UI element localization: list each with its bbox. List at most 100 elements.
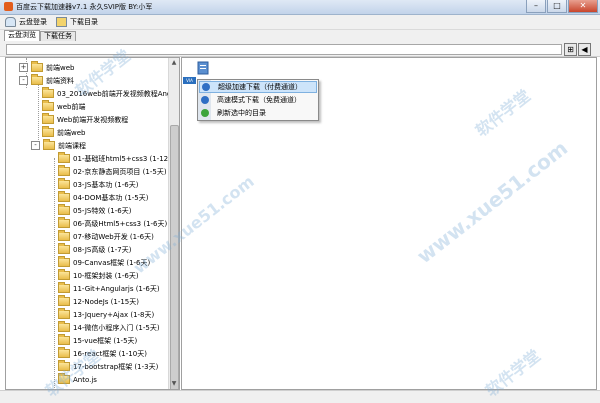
tree-node[interactable]: 08-JS高级 (1-7天) xyxy=(58,243,131,256)
folder-icon xyxy=(58,269,70,280)
tree-node[interactable]: Web前端开发视频教程 xyxy=(42,113,128,126)
folder-icon xyxy=(56,17,67,27)
folder-icon xyxy=(42,113,54,124)
folder-icon xyxy=(58,334,70,345)
minimize-icon[interactable]: – xyxy=(526,0,546,13)
tree-node-label: 03-JS基本功 (1-6天) xyxy=(73,180,139,189)
menu-item-label: 刷新选中的目录 xyxy=(217,109,266,117)
tree-node[interactable]: 05-JS特效 (1-6天) xyxy=(58,204,131,217)
tree-node[interactable]: 10-框架封装 (1-6天) xyxy=(58,269,139,282)
scroll-down-icon[interactable]: ▼ xyxy=(169,379,179,389)
cloud-login-label: 云盘登录 xyxy=(19,18,47,26)
tree-node[interactable]: - 前端资料 xyxy=(19,74,74,87)
tree-node[interactable]: 15-vue框架 (1-5天) xyxy=(58,334,137,347)
tree-node[interactable]: 前端web xyxy=(42,126,85,139)
folder-icon xyxy=(58,243,70,254)
tree-node-label: 01-基础班html5+css3 (1-12 xyxy=(73,154,169,163)
folder-icon xyxy=(31,61,43,72)
menu-item-super-download[interactable]: 超级加速下载（付费通道） xyxy=(199,81,317,93)
tree-node[interactable]: web前端 xyxy=(42,100,85,113)
folder-icon xyxy=(58,152,70,163)
tree-node-label: 04-DOM基本功 (1-5天) xyxy=(73,193,149,202)
tree-node[interactable]: 04-DOM基本功 (1-5天) xyxy=(58,191,149,204)
tree-node[interactable]: - 前端课程 xyxy=(31,139,86,152)
tab-bar: 云盘浏览 下载任务 xyxy=(0,30,600,41)
folder-icon xyxy=(42,126,54,137)
folder-icon xyxy=(58,191,70,202)
tree-node[interactable]: 02-京东静态网页项目 (1-5天) xyxy=(58,165,167,178)
file-icon[interactable] xyxy=(196,61,210,75)
tree-node-label: 07-移动Web开发 (1-6天) xyxy=(73,232,154,241)
tree-node[interactable]: 07-移动Web开发 (1-6天) xyxy=(58,230,154,243)
status-bar xyxy=(0,390,600,403)
download-directory-button[interactable]: 下载目录 xyxy=(56,17,98,27)
file-badge: VIA xyxy=(183,77,196,84)
tree-node-label: 15-vue框架 (1-5天) xyxy=(73,336,138,345)
folder-tree-content: + 前端web - 前端资料 03_2016web前端开发视频教程Angu web前端 We… xyxy=(6,58,169,389)
folder-icon xyxy=(58,204,70,215)
path-bar: ⊞ ◀ xyxy=(0,41,600,57)
menu-item-fast-download[interactable]: 高速模式下载（免费通道） xyxy=(199,94,317,106)
tree-guide-line xyxy=(54,158,55,388)
scroll-thumb[interactable] xyxy=(170,125,179,389)
tree-node-label: 02-京东静态网页项目 (1-5天) xyxy=(73,167,167,176)
user-icon xyxy=(5,17,16,27)
folder-icon xyxy=(43,139,55,150)
tree-node-label: web前端 xyxy=(57,102,86,111)
tree-node-label: 12-NodeJs (1-15天) xyxy=(73,297,139,306)
folder-icon xyxy=(42,100,54,111)
tree-node[interactable]: 13-Jquery+Ajax (1-8天) xyxy=(58,308,154,321)
expand-icon[interactable]: + xyxy=(19,63,28,72)
menu-item-label: 高速模式下载（免费通道） xyxy=(217,96,301,104)
refresh-icon xyxy=(201,109,209,117)
tree-node-label: 14-微信小程序入门 (1-5天) xyxy=(73,323,160,332)
tree-node-label: 05-JS特效 (1-6天) xyxy=(73,206,132,215)
window-title: 百度云下载加速器v7.1 永久SVIP版 BY:小军 xyxy=(16,3,153,11)
folder-icon xyxy=(58,217,70,228)
tree-node[interactable]: 03-JS基本功 (1-6天) xyxy=(58,178,138,191)
folder-icon xyxy=(58,282,70,293)
tree-node-label: 08-JS高级 (1-7天) xyxy=(73,245,132,254)
tree-node-label: 06-高级Html5+css3 (1-6天) xyxy=(73,219,168,228)
folder-icon xyxy=(58,178,70,189)
close-icon[interactable]: ✕ xyxy=(568,0,598,13)
folder-icon xyxy=(58,308,70,319)
tree-node-label: 13-Jquery+Ajax (1-8天) xyxy=(73,310,155,319)
super-download-icon xyxy=(202,83,210,91)
back-arrow-icon[interactable]: ◀ xyxy=(578,43,591,56)
tab-download-tasks[interactable]: 下载任务 xyxy=(40,31,76,41)
tab-cloud-browse[interactable]: 云盘浏览 xyxy=(4,30,40,41)
title-bar: 百度云下载加速器v7.1 永久SVIP版 BY:小军 – □ ✕ xyxy=(0,0,600,15)
menu-item-label: 超级加速下载（付费通道） xyxy=(218,83,302,91)
folder-icon xyxy=(58,295,70,306)
menu-item-refresh-directory[interactable]: 刷新选中的目录 xyxy=(199,107,317,119)
tree-guide-line xyxy=(38,80,39,148)
app-icon xyxy=(4,2,13,11)
tree-node[interactable]: 12-NodeJs (1-15天) xyxy=(58,295,139,308)
tree-node[interactable]: 14-微信小程序入门 (1-5天) xyxy=(58,321,160,334)
collapse-icon[interactable]: - xyxy=(31,141,40,150)
grid-view-icon[interactable]: ⊞ xyxy=(564,43,577,56)
download-directory-label: 下载目录 xyxy=(70,18,98,26)
window-controls: – □ ✕ xyxy=(525,0,598,13)
maximize-icon[interactable]: □ xyxy=(547,0,567,13)
path-input[interactable] xyxy=(6,44,562,55)
folder-icon xyxy=(58,347,70,358)
tree-node-label: 前端web xyxy=(46,63,75,72)
folder-icon xyxy=(58,230,70,241)
tree-node-label: 10-框架封装 (1-6天) xyxy=(73,271,139,280)
scroll-up-icon[interactable]: ▲ xyxy=(169,58,179,68)
tree-node[interactable]: + 前端web xyxy=(19,61,74,74)
tree-node[interactable]: 03_2016web前端开发视频教程Angu xyxy=(42,87,169,100)
cloud-login-button[interactable]: 云盘登录 xyxy=(5,17,47,27)
tree-node[interactable]: 11-Git+Angularjs (1-6天) xyxy=(58,282,160,295)
tree-node[interactable]: 01-基础班html5+css3 (1-12 xyxy=(58,152,168,165)
tree-node[interactable]: 06-高级Html5+css3 (1-6天) xyxy=(58,217,167,230)
collapse-icon[interactable]: - xyxy=(19,76,28,85)
folder-tree: + 前端web - 前端资料 03_2016web前端开发视频教程Angu web前端 We… xyxy=(5,57,180,390)
context-menu: 超级加速下载（付费通道） 高速模式下载（免费通道） 刷新选中的目录 xyxy=(197,79,319,121)
folder-icon xyxy=(42,87,54,98)
toolbar: 云盘登录 下载目录 xyxy=(0,15,600,30)
fast-download-icon xyxy=(201,96,209,104)
folder-icon xyxy=(58,256,70,267)
